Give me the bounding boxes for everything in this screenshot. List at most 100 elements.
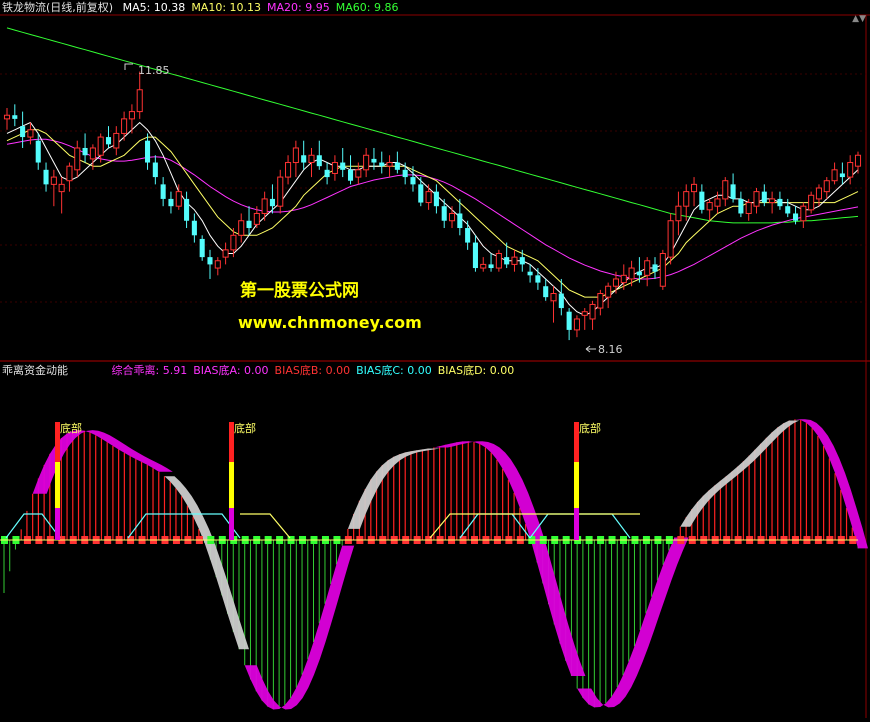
ma-legend-item: MA20: 9.95 [267, 1, 330, 14]
candle [152, 155, 158, 185]
candle-body [128, 111, 135, 120]
candle [20, 111, 26, 148]
indicator-panel: 底部 底部 底部 [0, 419, 868, 710]
candle-body [97, 136, 104, 156]
candle-body [675, 205, 682, 222]
candle-body [222, 249, 229, 258]
candle-body [324, 169, 330, 178]
bias-band [127, 513, 241, 539]
candle-body [27, 129, 34, 138]
candle [168, 191, 174, 214]
candle [699, 184, 705, 214]
candlesticks [3, 71, 862, 341]
candle [854, 151, 862, 174]
momentum-band [32, 430, 173, 494]
candle-body [683, 191, 690, 207]
candle-body [89, 147, 96, 160]
candle-body [706, 202, 713, 211]
candle-body [269, 198, 275, 207]
candle-body [722, 180, 729, 200]
candle-body [519, 257, 525, 265]
candle-body [589, 303, 596, 320]
candle-body [331, 162, 338, 174]
watermark: 第一股票公式网 www.chnmoney.com [238, 276, 422, 332]
bottom-marker-magenta [229, 508, 234, 540]
candle-body [363, 154, 370, 171]
candle-body [184, 198, 190, 221]
candle-body [636, 271, 642, 276]
bottom-marker-yellow [229, 462, 234, 508]
candle [433, 184, 439, 214]
candle-body [465, 228, 471, 243]
candle [207, 249, 213, 279]
indicator-legend-item: BIAS底C: 0.00 [356, 364, 432, 377]
candle-body [854, 154, 862, 167]
candle [43, 162, 49, 192]
candle-body [410, 177, 416, 185]
indicator-legend-item: BIAS底A: 0.00 [193, 364, 269, 377]
candle [394, 151, 400, 174]
candle-body [691, 183, 698, 193]
candle-body [238, 220, 245, 236]
candle [667, 213, 674, 265]
momentum-band [244, 545, 355, 710]
candle-body [566, 311, 572, 330]
candle [769, 191, 776, 214]
candle-body [480, 263, 487, 269]
bottom-marker-label: 底部 [234, 421, 256, 435]
momentum-band [164, 476, 249, 650]
candle-body [285, 162, 292, 178]
candle-body [628, 267, 635, 280]
indicator-legend-item: 综合乖离: 5.91 [111, 364, 188, 377]
candle [597, 289, 604, 316]
upper-gridlines [0, 73, 866, 303]
high-price-label: 11.85 [138, 64, 170, 77]
candle [644, 257, 651, 287]
candle [238, 213, 245, 243]
candle-body [535, 275, 541, 283]
candle [831, 162, 838, 185]
candle [535, 268, 541, 290]
scroll-arrow-icon[interactable]: ▲▼ [852, 14, 866, 24]
ma-legend-item: MA5: 10.38 [122, 1, 186, 14]
candle [543, 278, 549, 301]
candle-body [379, 162, 385, 167]
candle-body [839, 173, 845, 178]
candle-body [230, 234, 237, 251]
candle [128, 104, 135, 134]
candle-body [168, 198, 174, 207]
watermark-line2: www.chnmoney.com [238, 313, 422, 332]
candle [285, 155, 292, 185]
bottom-marker-label: 底部 [579, 421, 601, 435]
candle [12, 104, 18, 127]
stock-chart: 11.85 8.16 底部 底部 底部 [0, 14, 870, 718]
candle-body [277, 176, 284, 207]
bottom-marker-magenta [55, 508, 60, 540]
candle [511, 249, 518, 272]
candle [105, 126, 112, 148]
candle-body [253, 212, 260, 225]
candle [566, 308, 572, 341]
candle-body [316, 155, 322, 167]
candle [121, 111, 128, 141]
candle [214, 257, 221, 276]
candle-body [815, 187, 823, 200]
candle-body [769, 198, 776, 204]
candle [418, 177, 424, 207]
candle [722, 177, 729, 207]
candle-body [612, 278, 620, 287]
candle [301, 140, 307, 170]
candle [683, 184, 690, 221]
candle [550, 286, 557, 323]
candle [823, 177, 830, 199]
candle-body [644, 260, 651, 276]
upper-legend: 铁龙物流(日线,前复权) MA5: 10.38 MA10: 10.13 MA20: … [2, 1, 404, 15]
indicator-legend-item: BIAS底B: 0.00 [274, 364, 351, 377]
candle-body [714, 198, 721, 207]
candle [495, 249, 502, 272]
candle-body [292, 147, 299, 164]
candle [800, 202, 807, 229]
candle [527, 264, 533, 283]
candle-body [144, 140, 151, 163]
candle [191, 213, 197, 243]
